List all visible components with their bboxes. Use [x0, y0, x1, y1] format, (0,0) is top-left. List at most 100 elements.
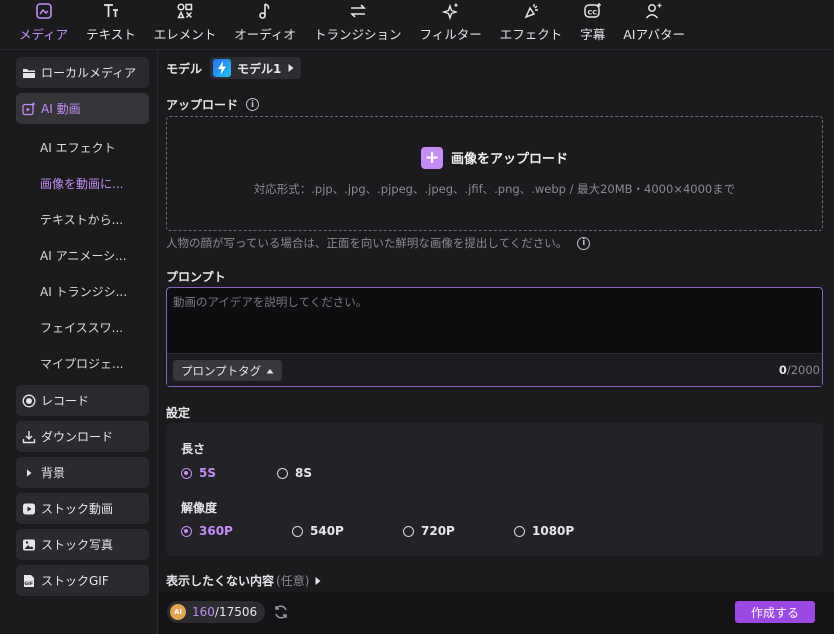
- resolution-option-540p[interactable]: 540P: [292, 524, 344, 538]
- prompt-tag-button[interactable]: プロンプトタグ: [173, 360, 283, 381]
- sidebar-item-ai-video[interactable]: AI 動画: [16, 93, 149, 124]
- sidebar-item-label: 背景: [41, 466, 66, 480]
- record-icon: [22, 394, 36, 408]
- sidebar-item-stock-photo[interactable]: ストック写真: [16, 529, 149, 560]
- info-icon[interactable]: i: [577, 236, 591, 250]
- prompt-char-count: 0: [778, 363, 787, 377]
- upload-title: アップロード i: [166, 96, 260, 113]
- text-icon: [100, 1, 122, 21]
- sidebar-item-label: レコード: [41, 394, 90, 408]
- sidebar-item-local-media[interactable]: ローカルメディア: [16, 57, 149, 88]
- sidebar-item-download[interactable]: ダウンロード: [16, 421, 149, 452]
- tab-effect[interactable]: エフェクト: [491, 0, 572, 49]
- prompt-char-counter: 0/2000: [779, 363, 820, 377]
- model-value: モデル1: [237, 61, 282, 76]
- resolution-label: 解像度: [181, 501, 218, 515]
- elements-icon: [174, 1, 196, 21]
- model-select[interactable]: モデル1: [210, 57, 302, 79]
- svg-text:GIF: GIF: [24, 581, 33, 587]
- upload-format-hint: 対応形式：.pjp、.jpg、.pjpeg、.jpeg、.jfif、.png、.…: [253, 181, 736, 196]
- sidebar-item-label: ローカルメディア: [41, 66, 137, 80]
- main-panel: モデル モデル1 アップロード i + 画像をアップロード 対応形式：.pjp、…: [159, 51, 834, 592]
- sidebar-sub-ai-animation[interactable]: AI アニメーシ...: [16, 237, 149, 273]
- create-button[interactable]: 作成する: [735, 601, 815, 623]
- length-option-8s[interactable]: 8S: [277, 466, 312, 480]
- negative-prompt-label: 表示したくない内容: [166, 574, 275, 588]
- sidebar-sub-ai-effect[interactable]: AI エフェクト: [16, 129, 149, 165]
- sidebar-item-record[interactable]: レコード: [16, 385, 149, 416]
- tab-audio[interactable]: オーディオ: [225, 0, 305, 49]
- tab-label: トランジション: [313, 27, 402, 42]
- length-option-label: 8S: [295, 466, 312, 480]
- sidebar-sub-my-projects[interactable]: マイプロジェ...: [16, 345, 149, 381]
- sidebar-item-label: ストックGIF: [41, 574, 109, 588]
- tab-label: メディア: [19, 27, 69, 42]
- radio-selected-icon: [181, 525, 192, 537]
- model-label: モデル: [166, 61, 203, 76]
- tab-transition[interactable]: トランジション: [305, 0, 411, 49]
- audio-icon: [254, 1, 276, 21]
- tab-text[interactable]: テキスト: [77, 0, 145, 49]
- resolution-option-label: 360P: [199, 524, 233, 538]
- sidebar-sub-face-swap[interactable]: フェイススワ...: [16, 309, 149, 345]
- model-row: モデル モデル1: [166, 57, 302, 79]
- sidebar-item-label: ダウンロード: [41, 430, 114, 444]
- length-label: 長さ: [181, 442, 206, 456]
- tab-ai-avatar[interactable]: AIアバター: [614, 0, 694, 49]
- prompt-input[interactable]: [167, 288, 822, 354]
- resolution-option-label: 720P: [421, 524, 455, 538]
- resolution-option-720p[interactable]: 720P: [403, 524, 455, 538]
- resolution-option-360p[interactable]: 360P: [181, 524, 233, 538]
- sidebar-sub-image-to-video[interactable]: 画像を動画に...: [16, 165, 149, 201]
- refresh-icon[interactable]: [272, 603, 290, 621]
- upload-button-label: 画像をアップロード: [450, 152, 568, 167]
- upload-dropzone[interactable]: + 画像をアップロード 対応形式：.pjp、.jpg、.pjpeg、.jpeg、…: [166, 116, 823, 231]
- tab-label: エフェクト: [499, 27, 563, 42]
- top-toolbar: メディア テキスト エレメント オーディオ トランジション フィルター エフェク…: [0, 0, 834, 50]
- prompt-title: プロンプト: [166, 270, 226, 284]
- sidebar-sub-ai-transition[interactable]: AI トランジシ...: [16, 273, 149, 309]
- bolt-icon: [213, 59, 232, 77]
- caret-right-icon: [287, 63, 295, 73]
- radio-icon: [403, 525, 414, 537]
- credits-used: 160: [192, 605, 215, 619]
- radio-icon: [277, 467, 288, 479]
- tab-label: エレメント: [153, 27, 217, 42]
- tab-media[interactable]: メディア: [10, 0, 77, 49]
- resolution-option-label: 1080P: [532, 524, 575, 538]
- media-icon: [33, 1, 55, 21]
- settings-title: 設定: [166, 406, 191, 420]
- prompt-char-max: /2000: [786, 363, 820, 377]
- tab-elements[interactable]: エレメント: [145, 0, 226, 49]
- radio-icon: [514, 525, 525, 537]
- upload-button[interactable]: + 画像をアップロード: [420, 146, 568, 169]
- filter-icon: [440, 1, 462, 21]
- sidebar: ローカルメディア AI 動画 AI エフェクト 画像を動画に... テキストから…: [0, 51, 158, 634]
- credits-total: /17506: [214, 605, 258, 619]
- sidebar-item-label: ストック写真: [41, 538, 114, 552]
- tab-label: フィルター: [419, 27, 482, 42]
- transition-icon: [347, 1, 369, 21]
- effect-icon: [520, 1, 542, 21]
- sidebar-item-stock-gif[interactable]: GIF ストックGIF: [16, 565, 149, 596]
- sidebar-item-stock-video[interactable]: ストック動画: [16, 493, 149, 524]
- length-option-5s[interactable]: 5S: [181, 466, 216, 480]
- tab-captions[interactable]: CC 字幕: [571, 0, 614, 49]
- caret-right-icon: [22, 466, 36, 480]
- prompt-box: プロンプトタグ 0/2000: [166, 287, 823, 387]
- settings-panel: 長さ 5S 8S 解像度 360P 540P 720P 1080P: [166, 423, 823, 556]
- negative-prompt-toggle[interactable]: 表示したくない内容 (任意): [166, 572, 322, 589]
- sidebar-item-background[interactable]: 背景: [16, 457, 149, 488]
- sidebar-item-label: ストック動画: [41, 502, 114, 516]
- tab-label: オーディオ: [234, 27, 296, 42]
- prompt-footer: プロンプトタグ 0/2000: [167, 353, 822, 386]
- ai-credit-icon: AI: [170, 604, 186, 620]
- caret-right-icon: [314, 576, 322, 586]
- stock-photo-icon: [22, 538, 36, 552]
- info-icon[interactable]: i: [246, 98, 260, 111]
- download-icon: [22, 430, 36, 444]
- resolution-option-1080p[interactable]: 1080P: [514, 524, 574, 538]
- folder-icon: [22, 66, 36, 80]
- sidebar-sub-text-to-video[interactable]: テキストから...: [16, 201, 149, 237]
- tab-filter[interactable]: フィルター: [410, 0, 490, 49]
